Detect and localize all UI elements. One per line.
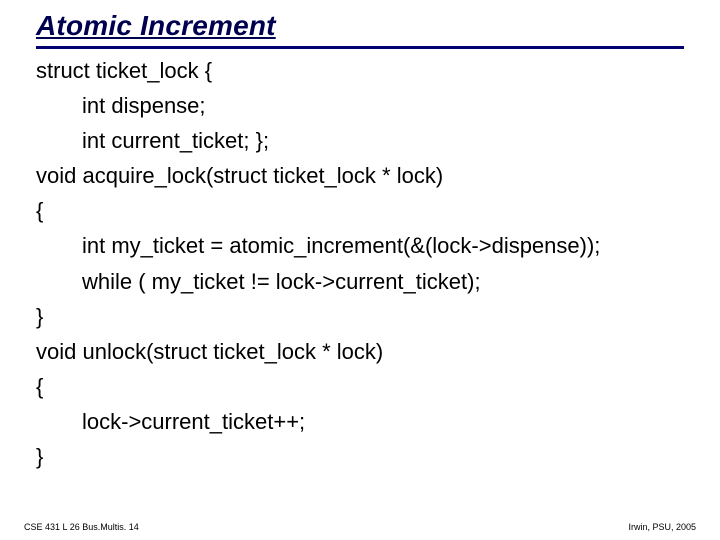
code-line: } xyxy=(36,445,684,468)
code-line: int my_ticket = atomic_increment(&(lock-… xyxy=(36,234,684,257)
code-line: lock->current_ticket++; xyxy=(36,410,684,433)
code-line: } xyxy=(36,305,684,328)
title-rule xyxy=(36,46,684,49)
code-line: void unlock(struct ticket_lock * lock) xyxy=(36,340,684,363)
footer-right: Irwin, PSU, 2005 xyxy=(628,522,696,532)
code-line: struct ticket_lock { xyxy=(36,59,684,82)
title-wrap: Atomic Increment xyxy=(0,0,720,42)
code-line: while ( my_ticket != lock->current_ticke… xyxy=(36,270,684,293)
footer-left: CSE 431 L 26 Bus.Multis. 14 xyxy=(24,522,139,532)
code-block: struct ticket_lock { int dispense; int c… xyxy=(0,59,720,468)
slide-title: Atomic Increment xyxy=(36,10,720,42)
slide: Atomic Increment struct ticket_lock { in… xyxy=(0,0,720,540)
code-line: void acquire_lock(struct ticket_lock * l… xyxy=(36,164,684,187)
code-line: { xyxy=(36,375,684,398)
code-line: int dispense; xyxy=(36,94,684,117)
code-line: int current_ticket; }; xyxy=(36,129,684,152)
footer: CSE 431 L 26 Bus.Multis. 14 Irwin, PSU, … xyxy=(0,522,720,532)
code-line: { xyxy=(36,199,684,222)
